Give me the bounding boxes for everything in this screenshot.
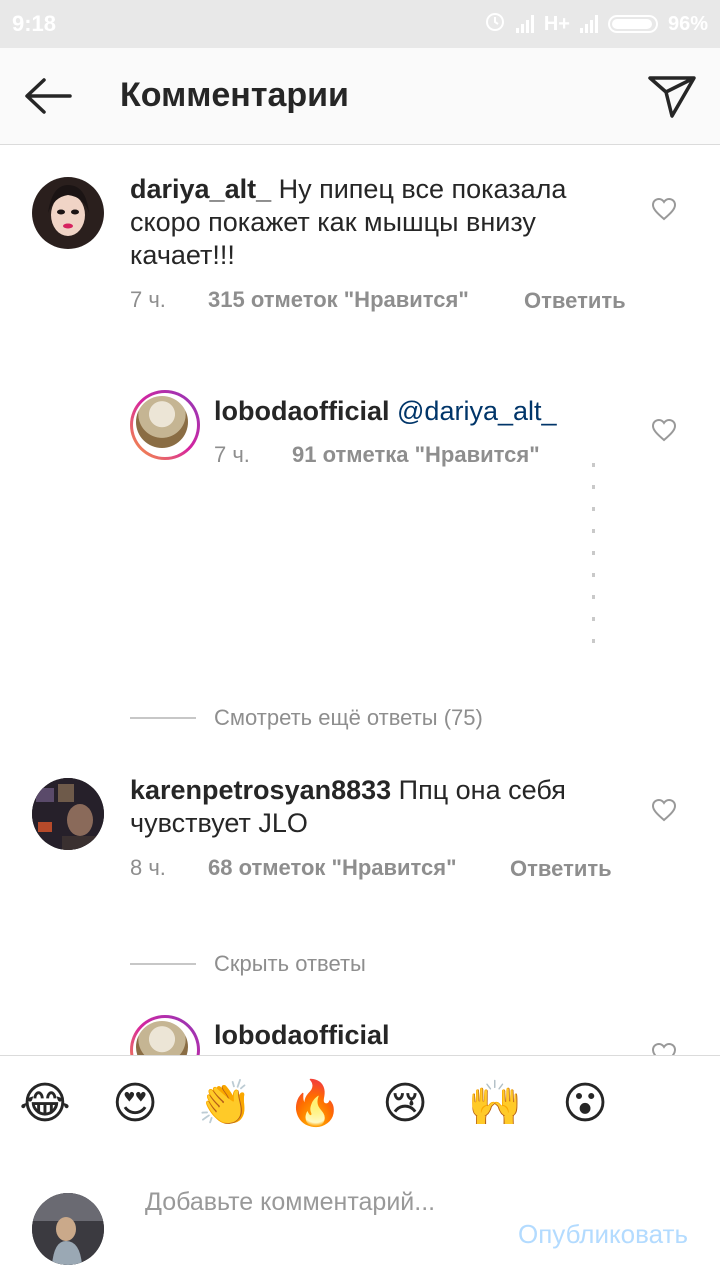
comment-username[interactable]: lobodaofficial — [214, 1020, 390, 1050]
avatar-photo — [136, 1021, 188, 1055]
comment-time: 8 ч. — [130, 855, 166, 880]
avatar[interactable] — [130, 1015, 200, 1055]
status-bar: 9:18 H+ 96% — [0, 0, 720, 48]
comment-username[interactable]: lobodaofficial — [214, 396, 390, 426]
back-button[interactable] — [22, 76, 74, 116]
emoji-tears-of-joy-button[interactable]: 😂 — [17, 1076, 73, 1132]
comment-likes[interactable]: 315 отметок "Нравится" — [208, 287, 469, 313]
emoji-sad-button[interactable]: 😢 — [377, 1076, 433, 1132]
emoji-fire-button[interactable]: 🔥 — [287, 1076, 343, 1132]
network-type: H+ — [543, 12, 570, 35]
battery-level: 96% — [667, 12, 708, 35]
share-button[interactable] — [646, 72, 698, 120]
avatar-photo — [136, 396, 188, 448]
emoji-surprised-button[interactable]: 😮 — [557, 1076, 613, 1132]
comment-body: dariya_alt_ Ну пипец все показала скоро … — [130, 173, 600, 272]
divider — [130, 717, 196, 719]
view-more-label: Смотреть ещё ответы (75) — [214, 705, 483, 730]
comment-input-bar: Добавьте комментарий... Опубликовать — [0, 1153, 720, 1280]
heart-icon[interactable] — [651, 798, 677, 822]
paper-plane-icon — [648, 76, 696, 118]
emoji-clap-button[interactable]: 👏 — [197, 1076, 253, 1132]
avatar-photo — [32, 778, 104, 850]
comment-time: 7 ч. — [214, 442, 250, 467]
avatar[interactable] — [130, 390, 200, 460]
comment-username[interactable]: karenpetrosyan8833 — [130, 775, 391, 805]
page-title: Комментарии — [120, 76, 349, 114]
hide-replies-label: Скрыть ответы — [214, 951, 366, 976]
comment-time: 7 ч. — [130, 287, 166, 312]
signal-icon-2 — [579, 15, 598, 33]
avatar[interactable] — [32, 177, 104, 249]
avatar-photo — [32, 1193, 104, 1265]
arrow-left-icon — [25, 78, 72, 114]
alarm-icon — [484, 10, 506, 38]
view-more-replies[interactable]: Смотреть ещё ответы (75) — [130, 705, 483, 731]
comment-body: lobodaofficial — [214, 1019, 594, 1052]
truncated-reply-text — [592, 445, 595, 660]
avatar-photo — [48, 185, 89, 236]
battery-icon — [607, 15, 658, 33]
comment-likes[interactable]: 68 отметок "Нравится" — [208, 855, 457, 881]
heart-icon[interactable] — [651, 197, 677, 221]
signal-icon — [515, 15, 534, 33]
comment-body: karenpetrosyan8833 Ппц она себя чувствуе… — [130, 774, 600, 840]
heart-icon[interactable] — [651, 418, 677, 442]
avatar[interactable] — [32, 778, 104, 850]
comment-likes[interactable]: 91 отметка "Нравится" — [292, 442, 540, 468]
status-icons: H+ 96% — [484, 10, 708, 38]
reply-button[interactable]: Ответить — [524, 287, 626, 315]
comments-list: dariya_alt_ Ну пипец все показала скоро … — [0, 145, 720, 1055]
reply-button[interactable]: Ответить — [510, 855, 612, 883]
publish-button[interactable]: Опубликовать — [518, 1219, 688, 1250]
divider — [130, 963, 196, 965]
comment-input[interactable]: Добавьте комментарий... — [145, 1185, 445, 1219]
emoji-heart-eyes-button[interactable]: 😍 — [107, 1076, 163, 1132]
comment-body: lobodaofficial @dariya_alt_ — [214, 395, 594, 428]
mention-link[interactable]: @dariya_alt_ — [397, 396, 557, 426]
my-avatar — [32, 1193, 104, 1265]
emoji-raised-hands-button[interactable]: 🙌 — [467, 1076, 523, 1132]
hide-replies[interactable]: Скрыть ответы — [130, 951, 366, 977]
status-time: 9:18 — [12, 11, 57, 36]
emoji-bar: 😂 😍 👏 🔥 😢 🙌 😮 — [0, 1055, 720, 1154]
heart-icon[interactable] — [651, 1042, 677, 1055]
app-header: Комментарии — [0, 48, 720, 145]
comment-username[interactable]: dariya_alt_ — [130, 174, 271, 204]
